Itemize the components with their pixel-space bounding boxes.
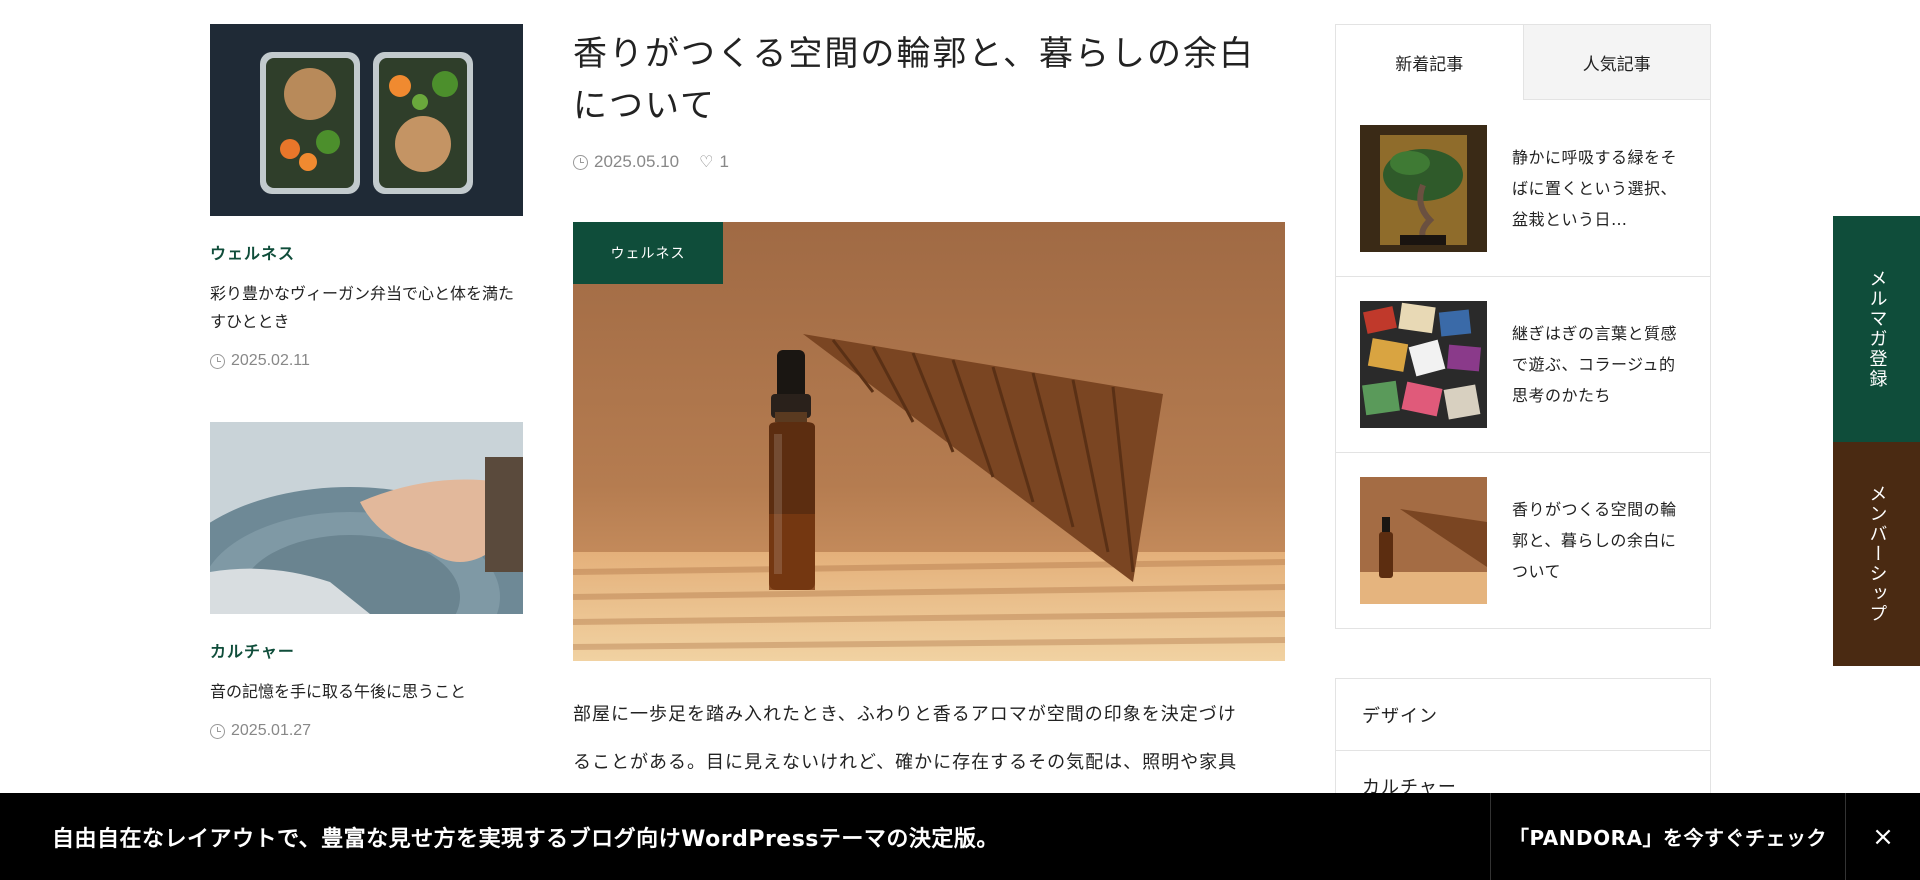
sidebar-post[interactable]: 香りがつくる空間の輪郭と、暮らしの余白について <box>1336 452 1710 628</box>
post-thumbnail-bento[interactable] <box>210 24 523 216</box>
tab-latest[interactable]: 新着記事 <box>1336 25 1524 100</box>
tab-bar: 新着記事 人気記事 <box>1336 25 1710 100</box>
post-thumbnail-bonsai[interactable] <box>1360 124 1487 252</box>
article-paragraph-line: 部屋に一歩足を踏み入れたとき、ふわりと香るアロマが空間の印象を決定づけ <box>573 704 1237 725</box>
article-date: 2025.05.10 <box>573 152 679 172</box>
post-title[interactable]: 彩り豊かなヴィーガン弁当で心と体を満たすひととき <box>210 280 523 336</box>
sidebar-post-title[interactable]: 継ぎはぎの言葉と質感で遊ぶ、コラージュ的思考のかたち <box>1512 318 1686 411</box>
promo-banner: 自由自在なレイアウトで、豊富な見せ方を実現するブログ向けWordPressテーマ… <box>0 793 1920 880</box>
newsletter-signup-label: メルマガ登録 <box>1866 269 1888 389</box>
clock-icon <box>210 353 225 369</box>
post-thumbnail-vinyl[interactable] <box>210 422 523 614</box>
article-title: 香りがつくる空間の輪郭と、暮らしの余白について <box>573 34 1255 126</box>
article: 香りがつくる空間の輪郭と、暮らしの余白について 2025.05.10 ♡ 1 ウ… <box>573 28 1285 787</box>
newsletter-signup-tab[interactable]: メルマガ登録 <box>1833 216 1920 442</box>
sidebar-post[interactable]: 継ぎはぎの言葉と質感で遊ぶ、コラージュ的思考のかたち <box>1336 276 1710 452</box>
article-meta: 2025.05.10 ♡ 1 <box>573 152 1285 172</box>
heart-icon[interactable]: ♡ <box>699 152 713 172</box>
tab-popular[interactable]: 人気記事 <box>1523 25 1710 100</box>
clock-icon <box>210 723 225 739</box>
post-category[interactable]: カルチャー <box>210 638 523 662</box>
article-paragraph-line: ることがある。目に見えないけれど、確かに存在するその気配は、照明や家具 <box>573 752 1238 773</box>
sidebar: 新着記事 人気記事 静かに呼吸する緑をそばに置くという選択、盆栽という日… 継ぎ… <box>1335 24 1711 822</box>
sidebar-post[interactable]: 静かに呼吸する緑をそばに置くという選択、盆栽という日… <box>1336 100 1710 276</box>
article-hero-image: ウェルネス <box>573 222 1285 661</box>
promo-banner-text: 自由自在なレイアウトで、豊富な見せ方を実現するブログ向けWordPressテーマ… <box>52 826 999 852</box>
membership-tab[interactable]: メンバーシップ <box>1833 442 1920 666</box>
post-date: 2025.01.27 <box>210 722 523 740</box>
article-body: 部屋に一歩足を踏み入れたとき、ふわりと香るアロマが空間の印象を決定づけ ることが… <box>573 691 1285 787</box>
article-date-text: 2025.05.10 <box>594 152 680 171</box>
post-date-text: 2025.01.27 <box>231 722 312 739</box>
post-card[interactable]: カルチャー 音の記憶を手に取る午後に思うこと 2025.01.27 <box>210 422 523 740</box>
post-thumbnail-aroma[interactable] <box>1360 477 1487 604</box>
membership-label: メンバーシップ <box>1866 484 1888 624</box>
post-thumbnail-collage[interactable] <box>1360 301 1487 428</box>
related-posts-column: ウェルネス 彩り豊かなヴィーガン弁当で心と体を満たすひととき 2025.02.1… <box>210 24 523 792</box>
like-button[interactable]: ♡ 1 <box>699 152 729 172</box>
sidebar-post-title[interactable]: 香りがつくる空間の輪郭と、暮らしの余白について <box>1512 494 1686 587</box>
post-date-text: 2025.02.11 <box>231 352 310 369</box>
article-category-badge[interactable]: ウェルネス <box>573 222 723 284</box>
close-icon[interactable]: × <box>1846 793 1920 880</box>
sidebar-post-title[interactable]: 静かに呼吸する緑をそばに置くという選択、盆栽という日… <box>1512 142 1686 235</box>
category-item-design[interactable]: デザイン <box>1336 679 1710 750</box>
clock-icon <box>573 154 588 170</box>
tab-panel-latest: 静かに呼吸する緑をそばに置くという選択、盆栽という日… 継ぎはぎの言葉と質感で遊… <box>1336 100 1710 628</box>
like-count: 1 <box>719 152 729 171</box>
post-category[interactable]: ウェルネス <box>210 240 523 264</box>
post-tabs-widget: 新着記事 人気記事 静かに呼吸する緑をそばに置くという選択、盆栽という日… 継ぎ… <box>1335 24 1711 629</box>
post-card[interactable]: ウェルネス 彩り豊かなヴィーガン弁当で心と体を満たすひととき 2025.02.1… <box>210 24 523 370</box>
post-title[interactable]: 音の記憶を手に取る午後に思うこと <box>210 678 523 706</box>
promo-cta-button[interactable]: 「PANDORA」を今すぐチェック <box>1490 793 1846 880</box>
post-date: 2025.02.11 <box>210 352 523 370</box>
